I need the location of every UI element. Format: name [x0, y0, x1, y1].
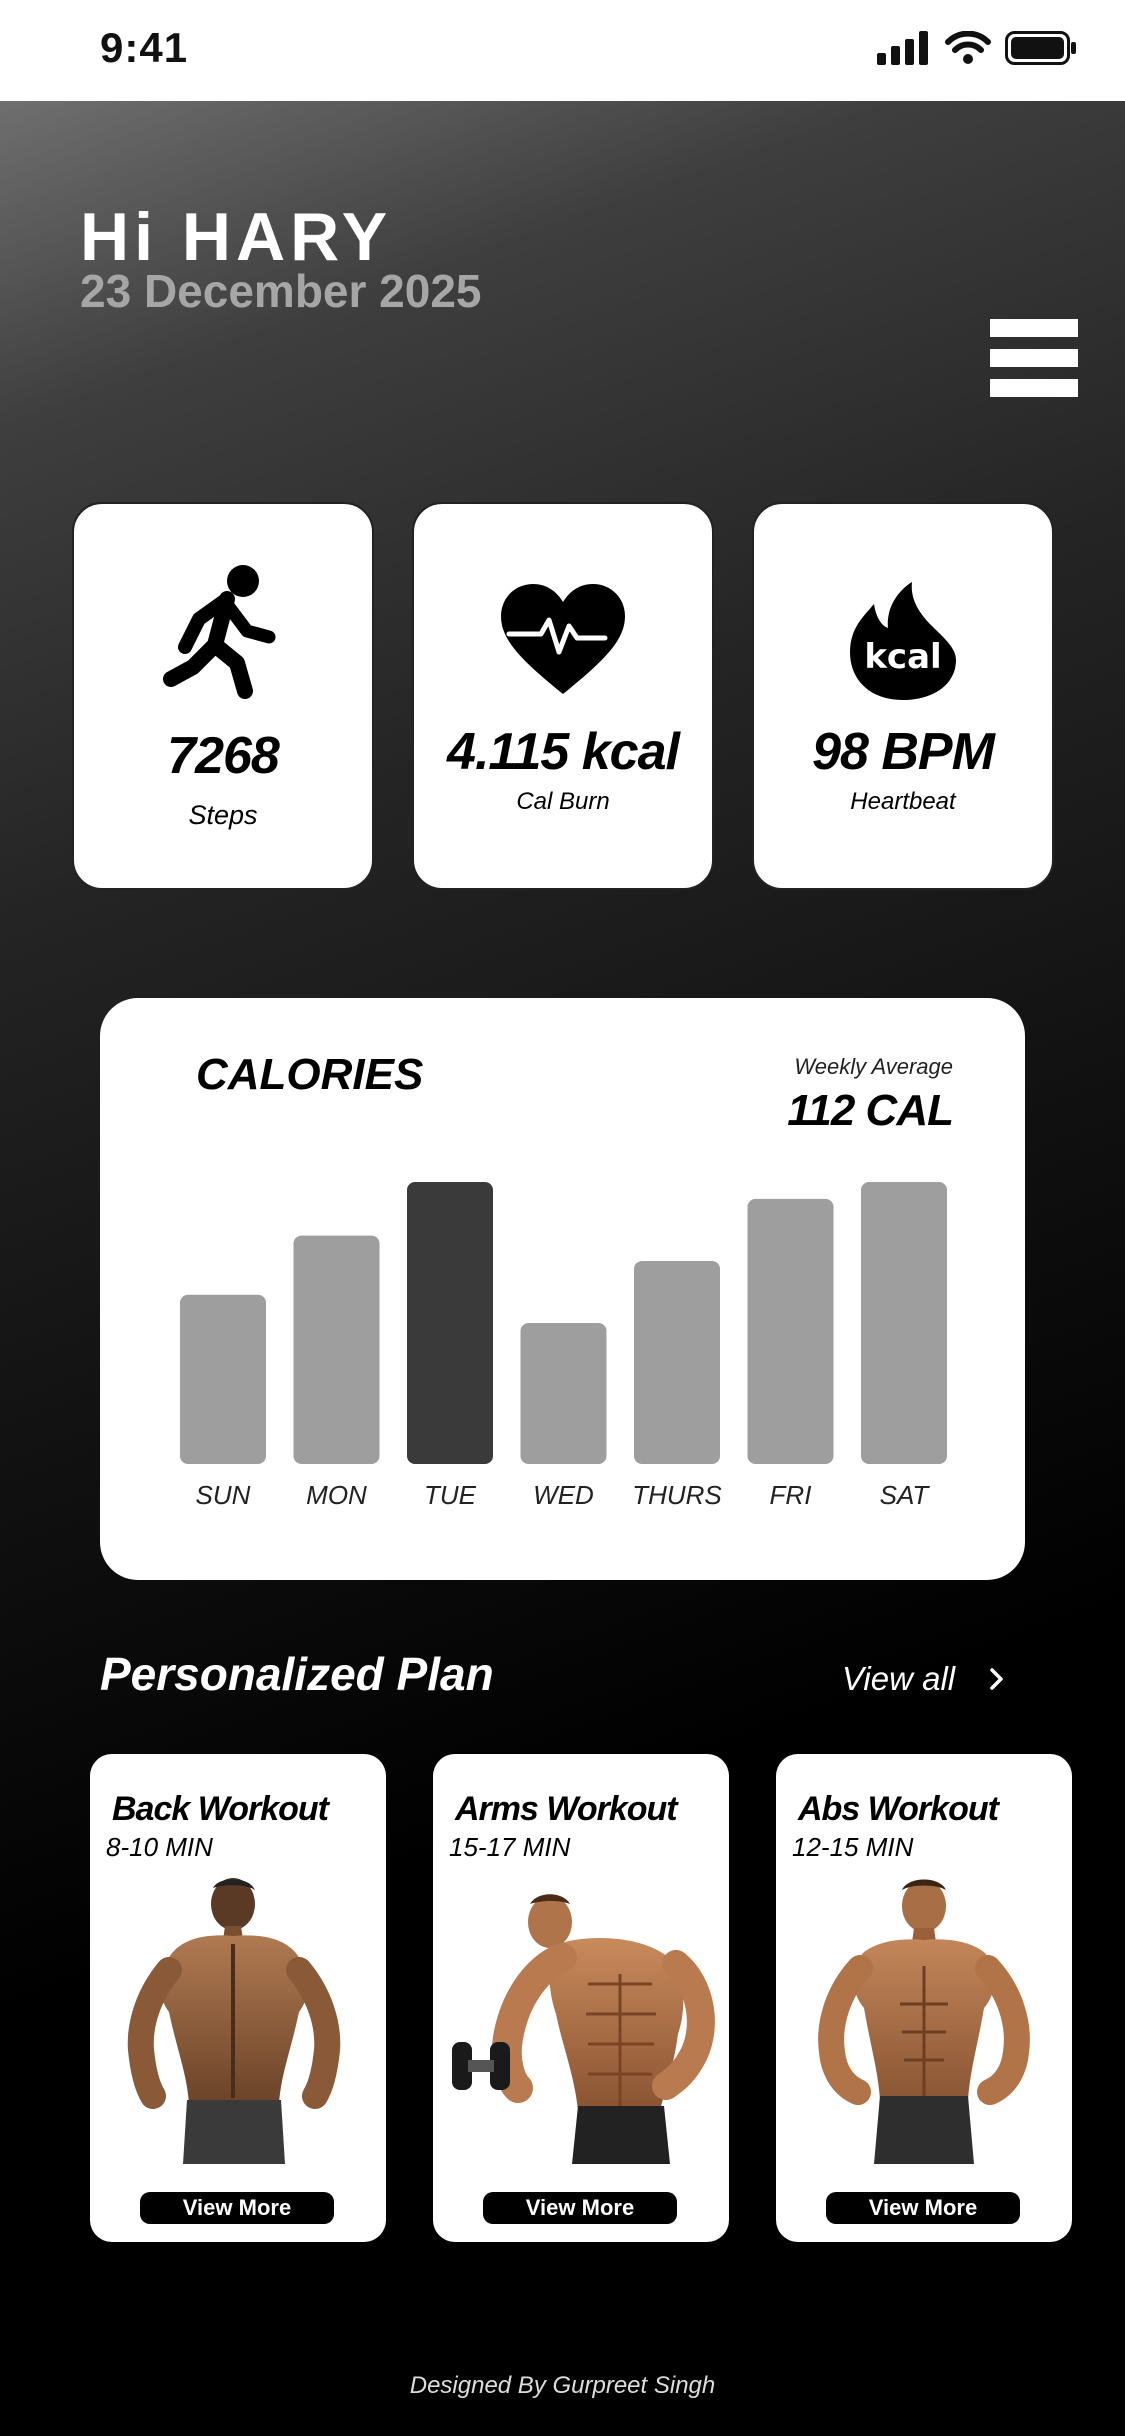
- tick-label-tue: TUE: [424, 1480, 477, 1510]
- view-all-label: View all: [842, 1660, 956, 1697]
- bar-mon[interactable]: [293, 1235, 380, 1464]
- wifi-icon: [945, 31, 991, 64]
- view-more-button[interactable]: View More: [826, 2192, 1020, 2224]
- calorie-burn-card[interactable]: 4.115 kcal Cal Burn: [412, 502, 714, 890]
- status-bar: 9:41: [0, 0, 1125, 101]
- view-more-button[interactable]: View More: [140, 2192, 334, 2224]
- view-more-button[interactable]: View More: [483, 2192, 677, 2224]
- back-workout-card[interactable]: Back Workout 8-10 MIN View More: [90, 1754, 386, 2242]
- bar-sat[interactable]: [861, 1182, 947, 1464]
- plan-title: Abs Workout: [798, 1790, 999, 1828]
- plan-duration: 8-10 MIN: [106, 1832, 213, 1862]
- kcal-badge-text: kcal: [864, 637, 941, 677]
- calorie-burn-label: Cal Burn: [516, 788, 610, 815]
- plan-duration: 12-15 MIN: [792, 1832, 914, 1862]
- personalized-plan-title: Personalized Plan: [100, 1648, 494, 1700]
- tick-label-mon: MON: [306, 1480, 367, 1510]
- steps-value: 7268: [167, 727, 280, 785]
- plan-title: Arms Workout: [455, 1790, 678, 1828]
- abs-workout-figure-image: [818, 1879, 1030, 2164]
- tick-label-sun: SUN: [196, 1480, 251, 1510]
- date-label: 23 December 2025: [80, 265, 482, 317]
- bar-thurs[interactable]: [634, 1260, 720, 1464]
- calories-bar-chart: SUN MON TUE WED THURS FRI SAT: [180, 1182, 947, 1510]
- view-all-link[interactable]: View all: [842, 1660, 1005, 1698]
- battery-icon: [1005, 31, 1076, 65]
- chevron-right-icon: [990, 1668, 1003, 1690]
- heartbeat-label: Heartbeat: [850, 788, 956, 815]
- abs-workout-card[interactable]: Abs Workout 12-15 MIN View More: [776, 1754, 1072, 2242]
- menu-icon: [990, 319, 1078, 337]
- steps-label: Steps: [188, 800, 258, 830]
- designer-credit: Designed By Gurpreet Singh: [409, 2372, 716, 2399]
- heartbeat-card[interactable]: kcal 98 BPM Heartbeat: [752, 502, 1054, 890]
- bar-tue[interactable]: [407, 1182, 493, 1464]
- back-workout-figure-image: [127, 1878, 341, 2164]
- cellular-signal-icon: [877, 31, 928, 65]
- steps-card[interactable]: 7268 Steps: [72, 502, 374, 890]
- plan-title: Back Workout: [112, 1790, 329, 1828]
- bar-wed[interactable]: [520, 1323, 607, 1464]
- bar-sun[interactable]: [180, 1294, 266, 1464]
- flame-kcal-icon: kcal: [850, 582, 956, 700]
- calorie-burn-value: 4.115 kcal: [447, 723, 680, 781]
- bar-fri[interactable]: [747, 1198, 834, 1464]
- menu-button[interactable]: [990, 319, 1078, 397]
- plan-duration: 15-17 MIN: [449, 1832, 571, 1862]
- status-icons: [877, 26, 1077, 70]
- heartbeat-value: 98 BPM: [812, 723, 995, 781]
- status-time: 9:41: [100, 24, 189, 71]
- tick-label-wed: WED: [533, 1480, 594, 1510]
- tick-label-sat: SAT: [880, 1480, 931, 1510]
- tick-label-thurs: THURS: [632, 1480, 722, 1510]
- running-person-icon: [163, 565, 276, 699]
- arms-workout-card[interactable]: Arms Workout 15-17 MIN View More: [433, 1754, 729, 2242]
- calories-chart-card: CALORIES Weekly Average 112 CAL SUN MON TU…: [100, 998, 1025, 1580]
- heart-pulse-icon: [501, 584, 625, 694]
- tick-label-fri: FRI: [770, 1480, 812, 1510]
- arms-workout-figure-image: [452, 1894, 715, 2164]
